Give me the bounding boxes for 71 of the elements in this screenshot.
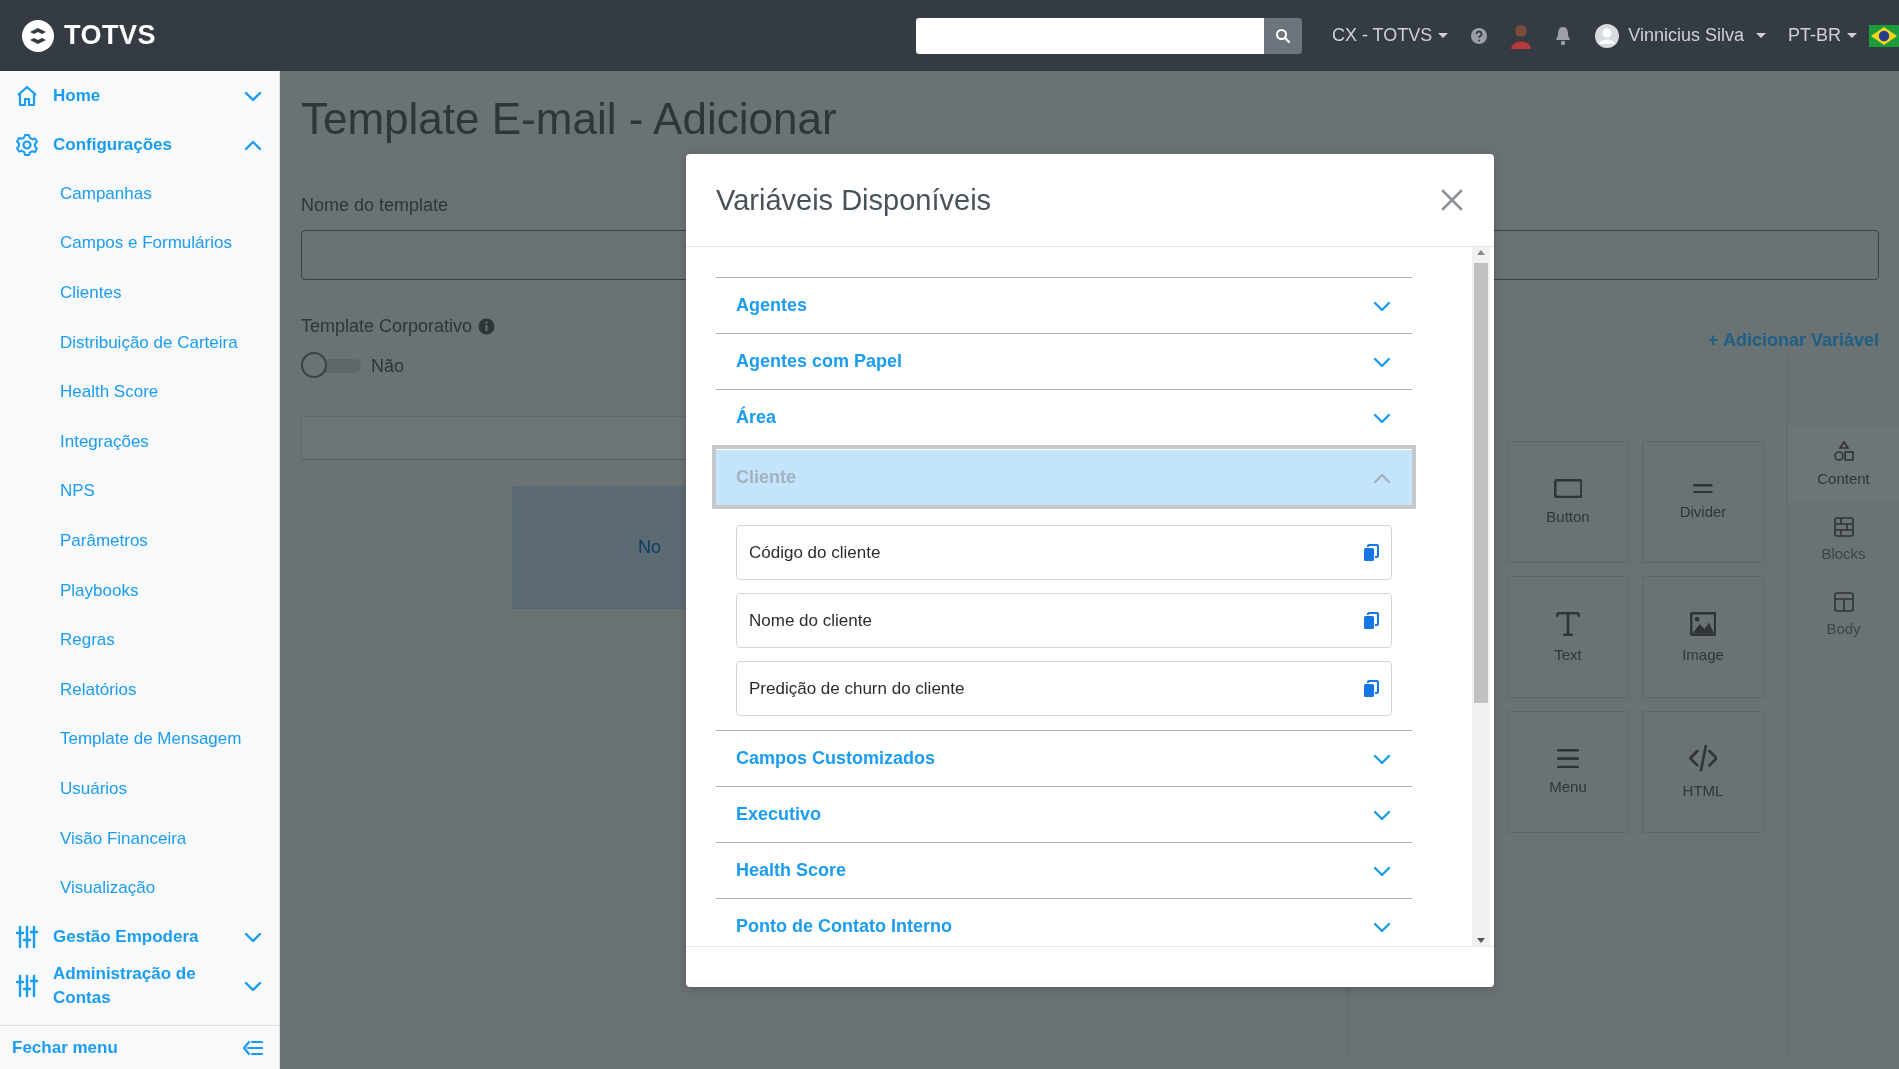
sidebar-item[interactable]: Playbooks: [0, 565, 279, 616]
field-label: Template Corporativo: [301, 316, 473, 337]
shapes-icon: [1831, 440, 1856, 464]
corporate-toggle[interactable]: [301, 352, 361, 380]
content-tile[interactable]: Image: [1642, 576, 1764, 698]
copy-button[interactable]: [1363, 679, 1379, 698]
organization-dropdown[interactable]: CX - TOTVS: [1331, 25, 1449, 46]
user-menu[interactable]: Vinnicius Silva: [1628, 25, 1766, 46]
scrollbar[interactable]: [1472, 247, 1490, 946]
sidebar-item[interactable]: Campos e Formulários: [0, 218, 279, 269]
content-tile[interactable]: Text: [1507, 576, 1629, 698]
sidebar-item[interactable]: Template de Mensagem: [0, 714, 279, 765]
copy-icon: [1363, 543, 1379, 562]
sliders-icon: [15, 974, 39, 999]
sidebar-item[interactable]: NPS: [0, 466, 279, 517]
sliders-icon: [15, 925, 39, 950]
bell-icon[interactable]: [1554, 25, 1573, 46]
help-icon[interactable]: [1470, 26, 1489, 45]
equals-icon: [1692, 483, 1714, 494]
content-tile[interactable]: Divider: [1642, 441, 1764, 563]
sidebar-item[interactable]: Distribuição de Carteira: [0, 317, 279, 368]
search-field[interactable]: [915, 17, 1264, 54]
accordion-header[interactable]: Área: [716, 389, 1412, 445]
content-tile[interactable]: Button: [1507, 441, 1629, 563]
image-icon: [1689, 611, 1717, 636]
language-dropdown[interactable]: PT-BR: [1788, 25, 1857, 46]
variable-name: Predição de churn do cliente: [749, 678, 966, 699]
sidebar-item[interactable]: Visualização: [0, 863, 279, 913]
variable-name: Nome do cliente: [749, 610, 873, 631]
sidebar-item[interactable]: Campanhas: [0, 169, 279, 219]
copy-button[interactable]: [1363, 611, 1379, 630]
info-icon: [478, 318, 496, 335]
logo-icon: [20, 17, 56, 54]
search-button[interactable]: [1263, 17, 1302, 54]
text-t-icon: [1556, 611, 1580, 636]
close-icon: [1440, 188, 1464, 212]
sidebar-item[interactable]: Relatórios: [0, 664, 279, 715]
collapse-menu-button[interactable]: Fechar menu: [0, 1025, 279, 1069]
sidebar-item[interactable]: Regras: [0, 615, 279, 665]
sidebar-item[interactable]: Clientes: [0, 268, 279, 318]
sidebar-item[interactable]: Health Score: [0, 367, 279, 417]
layout-icon: [1831, 590, 1856, 614]
copy-icon: [1363, 611, 1379, 630]
user-avatar-icon: [1594, 22, 1621, 49]
copy-button[interactable]: [1363, 543, 1379, 562]
close-button[interactable]: [1440, 188, 1464, 212]
dialog-title: Variáveis Disponíveis: [716, 183, 993, 217]
code-icon: [1688, 745, 1718, 772]
sidebar-item[interactable]: Parâmetros: [0, 516, 279, 566]
content-tile[interactable]: Menu: [1507, 711, 1629, 833]
logo-text: TOTVS: [64, 20, 157, 51]
field-label: Nome do template: [301, 195, 449, 216]
settings-icon: [15, 132, 39, 157]
sidebar-item[interactable]: Integrações: [0, 416, 279, 467]
flag-icon[interactable]: [1869, 24, 1899, 47]
grid-icon: [1831, 515, 1856, 539]
toggle-label: Não: [371, 355, 405, 377]
search-icon: [1274, 27, 1291, 44]
sidebar-item[interactable]: Visão Financeira: [0, 813, 279, 864]
sidebar-group[interactable]: Configurações: [0, 120, 279, 169]
variable-name: Código do cliente: [749, 542, 882, 563]
collapse-menu-icon: [243, 1039, 263, 1056]
sidebar-group[interactable]: Home: [0, 71, 279, 120]
sidebar-item[interactable]: Usuários: [0, 764, 279, 814]
page-title: Template E-mail - Adicionar: [301, 93, 838, 145]
menu-icon: [1556, 748, 1580, 769]
content-tile[interactable]: HTML: [1642, 711, 1764, 833]
sidebar-group[interactable]: Administração de Contas: [0, 961, 279, 1011]
home-icon: [15, 83, 39, 108]
sidebar-group[interactable]: Gestão Empodera: [0, 912, 279, 962]
copy-icon: [1363, 679, 1379, 698]
